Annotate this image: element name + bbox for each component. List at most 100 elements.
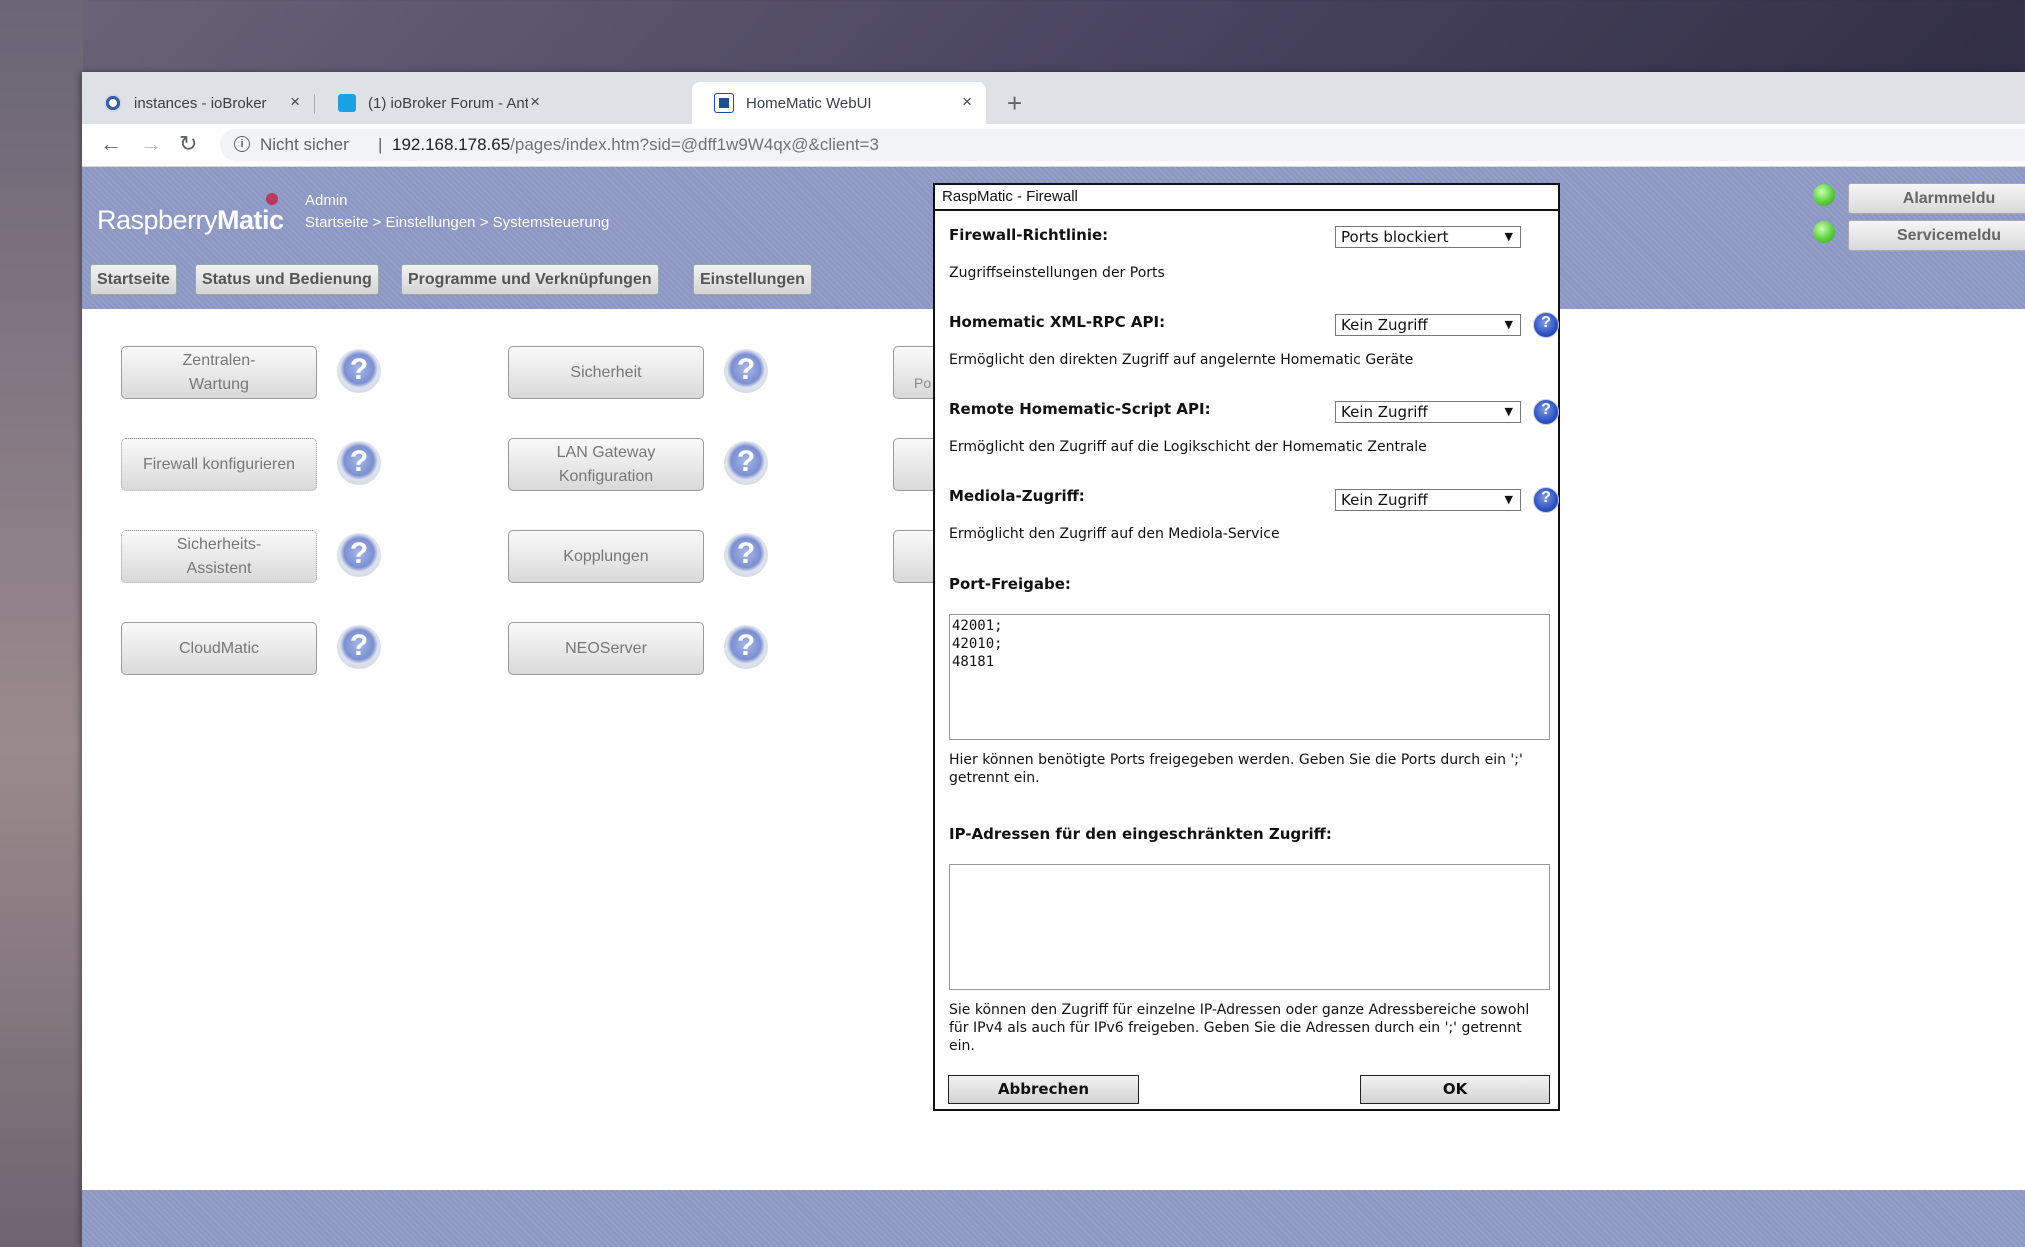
xmlrpc-value: Kein Zugriff bbox=[1341, 316, 1428, 334]
mediola-description: Ermöglicht den Zugriff auf den Mediola-S… bbox=[949, 526, 1280, 542]
script-api-description: Ermöglicht den Zugriff auf die Logikschi… bbox=[949, 439, 1427, 455]
policy-value: Ports blockiert bbox=[1341, 228, 1449, 246]
policy-description: Zugriffseinstellungen der Ports bbox=[949, 265, 1165, 281]
script-api-select[interactable]: Kein Zugriff ▼ bbox=[1335, 401, 1521, 423]
address-bar[interactable]: i Nicht sicher | 192.168.178.65/pages/in… bbox=[220, 129, 2025, 161]
user-label: Admin bbox=[305, 192, 348, 209]
chevron-down-icon: ▼ bbox=[1504, 405, 1513, 418]
tile-label: LAN Gateway Konfiguration bbox=[556, 443, 656, 485]
ports-label: Port-Freigabe: bbox=[949, 575, 1071, 593]
tab-title: instances - ioBroker bbox=[134, 94, 267, 112]
close-icon[interactable]: × bbox=[290, 92, 300, 112]
menu-status-bedienung[interactable]: Status und Bedienung bbox=[195, 264, 379, 295]
raspberry-icon bbox=[266, 193, 278, 205]
iobroker-icon bbox=[104, 94, 122, 112]
tile-sicherheit[interactable]: Sicherheit bbox=[508, 346, 704, 399]
desktop-background bbox=[0, 0, 83, 1247]
tile-sicherheits-assistent[interactable]: Sicherheits- Assistent bbox=[121, 530, 317, 583]
xmlrpc-select[interactable]: Kein Zugriff ▼ bbox=[1335, 314, 1521, 336]
help-icon[interactable]: ? bbox=[337, 441, 381, 485]
service-messages-button[interactable]: Servicemeldu bbox=[1848, 220, 2025, 251]
tile-label: CloudMatic bbox=[178, 639, 260, 657]
xmlrpc-label: Homematic XML-RPC API: bbox=[949, 313, 1166, 331]
url-path: /pages/index.htm?sid=@dff1w9W4qx@&client… bbox=[510, 135, 879, 154]
tile-label: Sicherheits- Assistent bbox=[176, 535, 262, 577]
policy-select[interactable]: Ports blockiert ▼ bbox=[1335, 226, 1521, 248]
tile-neoserver[interactable]: NEOServer bbox=[508, 622, 704, 675]
tab-separator bbox=[314, 94, 315, 114]
tab-iobroker-forum[interactable]: (1) ioBroker Forum - Antwort ers × bbox=[316, 82, 554, 124]
cancel-button[interactable]: Abbrechen bbox=[948, 1075, 1139, 1104]
help-glyph: ? bbox=[736, 537, 756, 570]
tile-label: Po bbox=[914, 375, 932, 391]
policy-label: Firewall-Richtlinie: bbox=[949, 226, 1109, 244]
tile-label: Kopplungen bbox=[563, 547, 649, 565]
info-icon[interactable]: i bbox=[234, 136, 250, 152]
help-icon[interactable]: ? bbox=[337, 349, 381, 393]
tile-label: Sicherheit bbox=[570, 363, 642, 381]
tile-kopplungen[interactable]: Kopplungen bbox=[508, 530, 704, 583]
menu-startseite[interactable]: Startseite bbox=[90, 264, 177, 295]
mediola-select[interactable]: Kein Zugriff ▼ bbox=[1335, 489, 1521, 511]
chevron-down-icon: ▼ bbox=[1504, 493, 1513, 506]
mediola-value: Kein Zugriff bbox=[1341, 491, 1428, 509]
help-icon[interactable]: ? bbox=[724, 349, 768, 393]
homematic-icon bbox=[714, 93, 734, 113]
help-glyph: ? bbox=[1541, 489, 1551, 506]
close-icon[interactable]: × bbox=[530, 92, 540, 112]
ports-description: Hier können benötigte Ports freigegeben … bbox=[949, 752, 1523, 786]
help-icon[interactable]: ? bbox=[1533, 487, 1559, 513]
tile-firewall-konfigurieren[interactable]: Firewall konfigurieren bbox=[121, 438, 317, 491]
webui-footer bbox=[82, 1190, 2025, 1247]
url-separator: | bbox=[378, 135, 383, 154]
menu-programme-verknuepfungen[interactable]: Programme und Verknüpfungen bbox=[401, 264, 659, 295]
forward-button[interactable]: → bbox=[140, 131, 162, 157]
alarm-messages-button[interactable]: Alarmmeldu bbox=[1848, 183, 2025, 214]
new-tab-button[interactable]: + bbox=[1007, 88, 1022, 119]
help-glyph: ? bbox=[1541, 401, 1551, 418]
menu-einstellungen[interactable]: Einstellungen bbox=[693, 264, 812, 295]
back-button[interactable]: ← bbox=[100, 131, 122, 157]
url-text[interactable]: 192.168.178.65/pages/index.htm?sid=@dff1… bbox=[392, 135, 879, 155]
ip-textarea[interactable] bbox=[949, 864, 1550, 990]
raspberrymatic-logo: RaspberryMatic bbox=[97, 193, 284, 236]
tile-label: Zentralen- Wartung bbox=[182, 351, 256, 393]
tab-iobroker-instances[interactable]: instances - ioBroker × bbox=[82, 82, 314, 124]
help-icon[interactable]: ? bbox=[1533, 399, 1559, 425]
logo-text-light: Raspberry bbox=[97, 205, 218, 235]
help-glyph: ? bbox=[736, 353, 756, 386]
help-icon[interactable]: ? bbox=[1533, 312, 1559, 338]
help-icon[interactable]: ? bbox=[724, 533, 768, 577]
dialog-title: RaspMatic - Firewall bbox=[935, 185, 1558, 211]
logo-text-bold: Matic bbox=[217, 205, 284, 235]
url-host: 192.168.178.65 bbox=[392, 135, 511, 154]
help-glyph: ? bbox=[1541, 314, 1551, 331]
tile-partial[interactable] bbox=[893, 530, 935, 583]
help-glyph: ? bbox=[349, 445, 369, 478]
tile-zentralen-wartung[interactable]: Zentralen- Wartung bbox=[121, 346, 317, 399]
help-icon[interactable]: ? bbox=[337, 625, 381, 669]
chevron-down-icon: ▼ bbox=[1504, 318, 1513, 331]
help-glyph: ? bbox=[736, 629, 756, 662]
help-icon[interactable]: ? bbox=[724, 625, 768, 669]
chevron-down-icon: ▼ bbox=[1504, 230, 1513, 243]
mediola-label: Mediola-Zugriff: bbox=[949, 487, 1085, 505]
script-api-label: Remote Homematic-Script API: bbox=[949, 400, 1211, 418]
close-icon[interactable]: × bbox=[962, 92, 972, 112]
tab-homematic-webui[interactable]: HomeMatic WebUI × bbox=[692, 82, 986, 124]
help-icon[interactable]: ? bbox=[724, 441, 768, 485]
ok-button[interactable]: OK bbox=[1360, 1075, 1550, 1104]
tile-lan-gateway[interactable]: LAN Gateway Konfiguration bbox=[508, 438, 704, 491]
help-glyph: ? bbox=[349, 629, 369, 662]
tab-title: HomeMatic WebUI bbox=[746, 94, 872, 112]
forum-icon bbox=[338, 94, 356, 112]
ports-textarea[interactable]: 42001; 42010; 48181 bbox=[949, 614, 1550, 740]
ip-description: Sie können den Zugriff für einzelne IP-A… bbox=[949, 1002, 1530, 1054]
breadcrumb: Startseite > Einstellungen > Systemsteue… bbox=[305, 214, 610, 231]
reload-button[interactable]: ↻ bbox=[179, 131, 197, 157]
help-icon[interactable]: ? bbox=[337, 533, 381, 577]
tile-partial[interactable]: Po bbox=[893, 346, 935, 399]
tile-cloudmatic[interactable]: CloudMatic bbox=[121, 622, 317, 675]
tile-partial[interactable] bbox=[893, 438, 935, 491]
help-glyph: ? bbox=[349, 353, 369, 386]
